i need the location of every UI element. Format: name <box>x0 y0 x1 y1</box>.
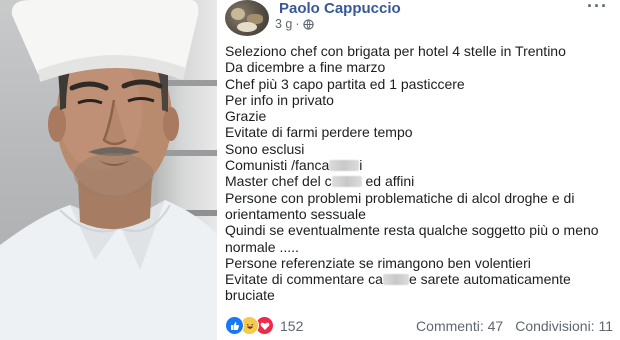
meta-separator: · <box>295 17 300 31</box>
post-timestamp[interactable]: 3 g <box>275 17 292 31</box>
post-text: Comunisti /fanca <box>225 157 330 174</box>
chef-selfie-photo <box>0 0 217 340</box>
reactions-summary[interactable]: 152 <box>225 316 303 335</box>
post-line: Chef più 3 capo partita ed 1 pasticcere <box>225 75 465 92</box>
reaction-count: 152 <box>280 317 304 334</box>
post-stats: Commenti: 47 Condivisioni: 11 <box>416 318 613 334</box>
post-line: Per info in privato <box>225 91 334 108</box>
avatar[interactable] <box>225 0 269 36</box>
post-line: Persone con problemi problematiche di al… <box>225 189 575 206</box>
post-line: bruciate <box>225 287 275 304</box>
comments-count-link[interactable]: Commenti: 47 <box>416 318 503 334</box>
post-line: Quindi se eventualmente resta qualche so… <box>225 222 599 239</box>
post-meta: 3 g · <box>275 17 314 31</box>
post-author-name[interactable]: Paolo Cappuccio <box>279 0 401 17</box>
post-line: Sono esclusi <box>225 140 305 157</box>
post-body: Seleziono chef con brigata per hotel 4 s… <box>225 43 617 304</box>
shares-count-link[interactable]: Condivisioni: 11 <box>515 318 613 334</box>
post-line: Grazie <box>225 108 267 125</box>
chef-figure <box>0 0 217 340</box>
post-line: normale ..... <box>225 238 299 255</box>
redaction-blur <box>331 176 362 188</box>
post-line: Evitate di farmi perdere tempo <box>225 124 413 141</box>
redaction-blur <box>329 160 360 172</box>
post-line: orientamento sessuale <box>225 205 366 222</box>
post-line: Seleziono chef con brigata per hotel 4 s… <box>225 43 566 59</box>
thumbs-up-icon <box>225 316 244 335</box>
post-footer: 152 Commenti: 47 Condivisioni: 11 <box>217 312 620 340</box>
facebook-post: Paolo Cappuccio 3 g · ··· Seleziono chef… <box>217 0 620 340</box>
post-line-redacted: Evitate di commentare ca e sarete automat… <box>225 271 617 287</box>
post-text: i <box>359 157 363 174</box>
globe-icon <box>302 18 314 30</box>
post-text: Evitate di commentare ca <box>225 271 383 288</box>
post-line: Persone referenziate se rimangono ben vo… <box>225 254 531 271</box>
post-text: e sarete automaticamente <box>408 271 571 288</box>
post-line-redacted: Comunisti /fanca i <box>225 157 617 173</box>
post-line-redacted: Master chef del c ed affini <box>225 173 617 189</box>
post-line: Da dicembre a fine marzo <box>225 59 386 76</box>
post-text: Master chef del c <box>225 173 332 190</box>
more-options-icon[interactable]: ··· <box>587 0 608 17</box>
post-text: ed affini <box>361 173 415 190</box>
redaction-blur <box>382 274 409 286</box>
